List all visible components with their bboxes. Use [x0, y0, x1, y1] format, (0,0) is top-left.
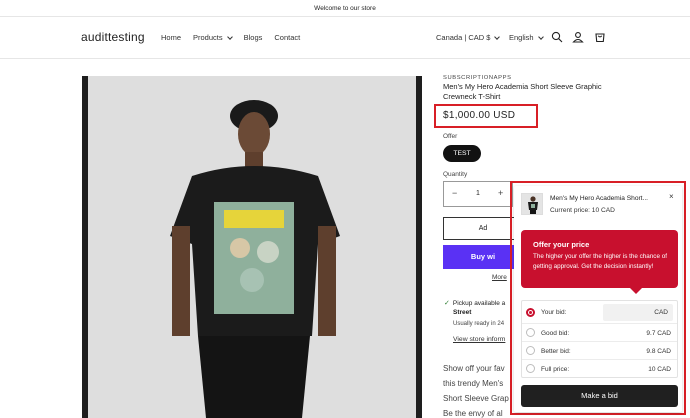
- announcement-bar: Welcome to our store: [0, 0, 690, 17]
- product-description: Show off your fav this trendy Men's Shor…: [443, 361, 513, 418]
- make-bid-button[interactable]: Make a bid: [521, 385, 678, 407]
- offer-info-card: Offer your price The higher your offer t…: [521, 230, 678, 288]
- quantity-label: Quantity: [443, 171, 468, 178]
- country-selector[interactable]: Canada | CAD $: [436, 33, 501, 42]
- close-icon[interactable]: ×: [669, 192, 674, 201]
- better-bid-row[interactable]: Better bid: 9.8 CAD: [522, 342, 677, 360]
- offer-description: The higher your offer the higher is the …: [533, 253, 667, 270]
- increase-quantity-button[interactable]: +: [498, 188, 503, 198]
- nav-products[interactable]: Products: [193, 33, 233, 42]
- nav-home[interactable]: Home: [161, 33, 181, 42]
- description-line: this trendy Men's: [443, 379, 504, 388]
- bid-value: 9.8 CAD: [646, 348, 671, 355]
- bid-value: 9.7 CAD: [646, 330, 671, 337]
- description-line: Be the envy of al: [443, 409, 503, 418]
- main-nav: Home Products Blogs Contact: [161, 33, 312, 42]
- your-bid-row[interactable]: Your bid: CAD: [522, 301, 677, 324]
- country-label: Canada | CAD $: [436, 33, 491, 42]
- product-title: Men's My Hero Academia Short Sleeve Grap…: [443, 82, 602, 101]
- bid-label: Full price:: [541, 366, 570, 373]
- nav-blogs[interactable]: Blogs: [244, 33, 263, 42]
- nav-products-label: Products: [193, 33, 223, 42]
- product-price: $1,000.00 USD: [443, 110, 516, 121]
- pickup-ready-text: Usually ready in 24: [453, 321, 505, 327]
- description-line: Short Sleeve Grap: [443, 394, 509, 403]
- pickup-info: ✓ Pickup available a Street: [444, 299, 505, 317]
- product-vendor: SUBSCRIPTIONAPPS: [443, 75, 512, 81]
- chevron-down-icon: [226, 33, 233, 40]
- radio-icon[interactable]: [526, 364, 535, 373]
- offer-title: Offer your price: [533, 240, 590, 249]
- check-icon: ✓: [444, 300, 450, 307]
- widget-product-title: Men's My Hero Academia Short...: [550, 195, 649, 202]
- decrease-quantity-button[interactable]: −: [452, 188, 457, 198]
- full-price-row[interactable]: Full price: 10 CAD: [522, 360, 677, 378]
- option-test-pill[interactable]: TEST: [443, 145, 481, 162]
- radio-icon[interactable]: [526, 328, 535, 337]
- bid-label: Better bid:: [541, 348, 571, 355]
- language-selector[interactable]: English: [509, 33, 544, 42]
- description-line: Show off your fav: [443, 364, 505, 373]
- chevron-down-icon: [537, 33, 544, 40]
- radio-selected-icon[interactable]: [526, 308, 535, 317]
- more-payment-options-link[interactable]: More: [492, 274, 507, 281]
- pickup-text: Pickup available a: [452, 300, 506, 307]
- cart-icon[interactable]: [594, 31, 606, 43]
- product-image[interactable]: [82, 76, 422, 418]
- pickup-location: Street: [453, 309, 472, 316]
- language-label: English: [509, 33, 534, 42]
- view-store-link[interactable]: View store inform: [453, 336, 505, 343]
- bid-label: Good bid:: [541, 330, 570, 337]
- store-logo[interactable]: audittesting: [81, 30, 145, 44]
- bid-amount-input[interactable]: CAD: [603, 304, 673, 321]
- search-icon[interactable]: [551, 31, 563, 43]
- widget-current-price: Current price: 10 CAD: [550, 207, 615, 214]
- bid-currency: CAD: [654, 309, 668, 316]
- option-label: Offer: [443, 133, 458, 140]
- quantity-stepper: − 1 +: [443, 181, 513, 207]
- quantity-input[interactable]: 1: [476, 190, 480, 197]
- account-icon[interactable]: [572, 31, 584, 43]
- bid-options-list: Your bid: CAD Good bid: 9.7 CAD Better b…: [521, 300, 678, 378]
- bid-value: 10 CAD: [648, 366, 671, 373]
- site-header: audittesting Home Products Blogs Contact…: [0, 17, 690, 59]
- chevron-down-icon: [494, 33, 501, 40]
- bid-widget: Men's My Hero Academia Short... Current …: [514, 186, 682, 412]
- your-bid-label: Your bid:: [541, 309, 567, 316]
- good-bid-row[interactable]: Good bid: 9.7 CAD: [522, 324, 677, 342]
- widget-product-thumbnail: [521, 193, 543, 215]
- offer-card-pointer: [630, 288, 642, 294]
- radio-icon[interactable]: [526, 346, 535, 355]
- nav-contact[interactable]: Contact: [274, 33, 300, 42]
